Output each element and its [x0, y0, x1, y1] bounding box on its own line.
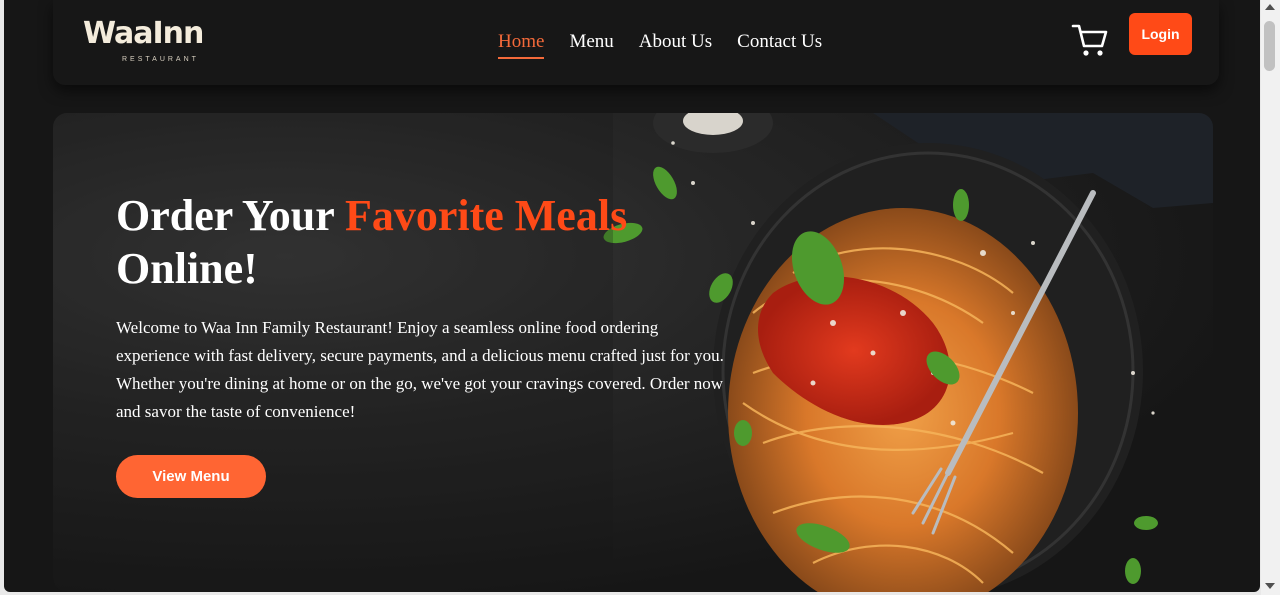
- hero-description: Welcome to Waa Inn Family Restaurant! En…: [116, 318, 724, 421]
- scroll-up-arrow-icon[interactable]: [1265, 4, 1275, 10]
- nav-item-contact-us[interactable]: Contact Us: [737, 31, 822, 59]
- logo-tagline: RESTAURANT: [122, 56, 199, 63]
- hero-banner: Order Your Favorite Meals Online! Welcom…: [53, 113, 1213, 592]
- hero-title-pre: Order Your: [116, 191, 345, 240]
- view-menu-button[interactable]: View Menu: [116, 455, 266, 498]
- site-header: WaaInn RESTAURANT Home Menu About Us Con…: [53, 0, 1219, 85]
- nav-item-menu[interactable]: Menu: [569, 31, 613, 59]
- scroll-down-arrow-icon[interactable]: [1265, 583, 1275, 589]
- scrollbar-thumb[interactable]: [1264, 21, 1275, 71]
- page-viewport: WaaInn RESTAURANT Home Menu About Us Con…: [4, 0, 1260, 592]
- hero-title-post: Online!: [116, 244, 258, 293]
- nav-item-home[interactable]: Home: [498, 31, 545, 59]
- hero-title-accent: Favorite Meals: [344, 191, 628, 240]
- logo[interactable]: WaaInn RESTAURANT: [83, 16, 253, 68]
- login-button[interactable]: Login: [1129, 13, 1192, 55]
- nav-item-about-us[interactable]: About Us: [639, 31, 712, 59]
- cart-button[interactable]: [1071, 22, 1109, 58]
- hero-title: Order Your Favorite Meals Online!: [116, 189, 716, 295]
- logo-wordmark: WaaInn: [83, 16, 204, 51]
- vertical-scrollbar[interactable]: [1261, 0, 1280, 595]
- main-nav: Home Menu About Us Contact Us: [498, 31, 847, 59]
- cart-icon: [1071, 24, 1108, 56]
